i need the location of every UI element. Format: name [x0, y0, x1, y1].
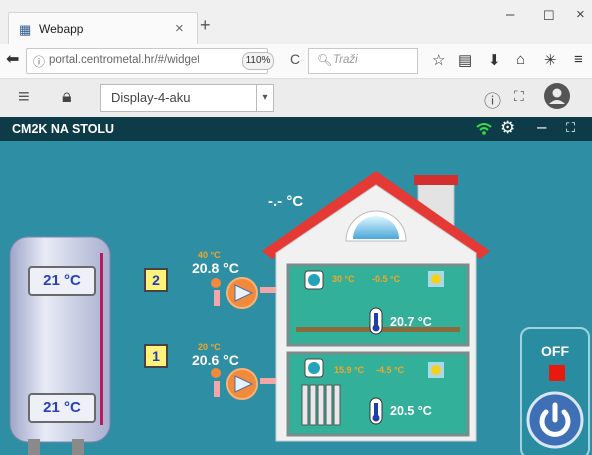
- status-off-indicator: [549, 365, 565, 381]
- fullscreen-icon[interactable]: ⛶: [514, 88, 524, 105]
- circuit-2-set-temp: 40 °C: [198, 250, 221, 260]
- account-icon[interactable]: [543, 82, 571, 110]
- app-toolbar: [0, 79, 592, 118]
- heating-scene: -.- °C 21 °C 21 °C 2 40 °C 20.8 °C 1 20 …: [0, 141, 592, 455]
- sun-icon: [428, 362, 444, 378]
- browser-tab[interactable]: ▦ Webapp ×: [8, 12, 198, 45]
- tank-bottom-temp: 21 °C: [28, 393, 96, 423]
- lock-icon[interactable]: 🔒︎: [62, 86, 72, 107]
- fullscreen-icon[interactable]: ⛶: [566, 120, 575, 136]
- room-thermostat-icon[interactable]: [304, 358, 324, 378]
- thermometer-icon: [369, 307, 383, 335]
- hamburger-menu-icon[interactable]: ≡: [18, 86, 30, 109]
- radiator: [301, 384, 341, 426]
- site-info-icon[interactable]: ⓘ: [33, 53, 45, 70]
- room-2-setpoint: 30 °C: [332, 274, 355, 284]
- chevron-down-icon: ▾: [256, 85, 273, 111]
- circuit-1-badge[interactable]: 1: [144, 344, 168, 368]
- circuit-1-flow-temp: 20.6 °C: [192, 352, 239, 368]
- gear-icon[interactable]: ⚙: [500, 118, 515, 138]
- extension-icon[interactable]: ✳: [544, 51, 557, 69]
- close-window-button[interactable]: ×: [576, 6, 585, 23]
- minimize-window-button[interactable]: –: [506, 6, 514, 23]
- power-status-label: OFF: [541, 343, 569, 359]
- search-icon: 🔍︎: [317, 53, 333, 67]
- thermometer-icon: [369, 397, 383, 425]
- download-icon[interactable]: ⬇: [488, 51, 501, 69]
- power-button[interactable]: [526, 391, 584, 449]
- circuit-2-pump-icon[interactable]: [208, 277, 264, 311]
- display-select[interactable]: Display-4-aku ▾: [100, 84, 274, 112]
- display-select-value: Display-4-aku: [111, 90, 191, 105]
- tank-top-temp: 21 °C: [28, 266, 96, 296]
- bookmark-star-icon[interactable]: ☆: [432, 51, 445, 69]
- circuit-2-flow-temp: 20.8 °C: [192, 260, 239, 276]
- home-icon[interactable]: ⌂: [516, 51, 525, 68]
- power-panel: OFF: [520, 327, 590, 455]
- app-header: CM2K NA STOLU ⚙ – ⛶: [0, 117, 592, 141]
- maximize-window-button[interactable]: ☐: [543, 8, 555, 24]
- new-tab-button[interactable]: +: [200, 15, 211, 36]
- room-1-setpoint: 15.9 °C: [334, 365, 365, 375]
- room-thermostat-icon[interactable]: [304, 270, 324, 290]
- minimize-icon[interactable]: –: [537, 117, 546, 137]
- circuit-2-badge[interactable]: 2: [144, 268, 168, 292]
- tab-title: Webapp: [39, 22, 84, 36]
- address-bar[interactable]: ⓘ portal.centrometal.hr/#/widget: [26, 48, 268, 74]
- reload-icon[interactable]: C: [290, 51, 300, 67]
- outdoor-temp: -.- °C: [268, 193, 304, 210]
- circuit-1-set-temp: 20 °C: [198, 342, 221, 352]
- room-1-temp: 20.5 °C: [390, 404, 432, 418]
- webapp-favicon-icon: ▦: [19, 22, 32, 37]
- back-arrow-icon[interactable]: ⬅: [6, 49, 19, 69]
- page-title: CM2K NA STOLU: [12, 122, 115, 136]
- search-input[interactable]: 🔍︎ Traži: [308, 48, 418, 74]
- room-2-temp: 20.7 °C: [390, 315, 432, 329]
- browser-titlebar: ▦ Webapp × + – ☐ ×: [0, 0, 592, 45]
- room-1-offset: -4.5 °C: [376, 365, 405, 375]
- zoom-level-badge[interactable]: 110%: [242, 52, 274, 70]
- browser-menu-icon[interactable]: ≡: [574, 51, 583, 68]
- address-url: portal.centrometal.hr/#/widget: [49, 54, 199, 66]
- room-2-offset: -0.5 °C: [372, 274, 401, 284]
- help-icon[interactable]: ⓘ: [484, 87, 501, 112]
- circuit-1-pump-icon[interactable]: [208, 367, 264, 401]
- wifi-icon: [476, 123, 492, 135]
- reading-list-icon[interactable]: ▤: [458, 51, 472, 69]
- close-tab-icon[interactable]: ×: [175, 20, 184, 37]
- search-placeholder: Traži: [333, 54, 358, 66]
- sun-icon: [428, 271, 444, 287]
